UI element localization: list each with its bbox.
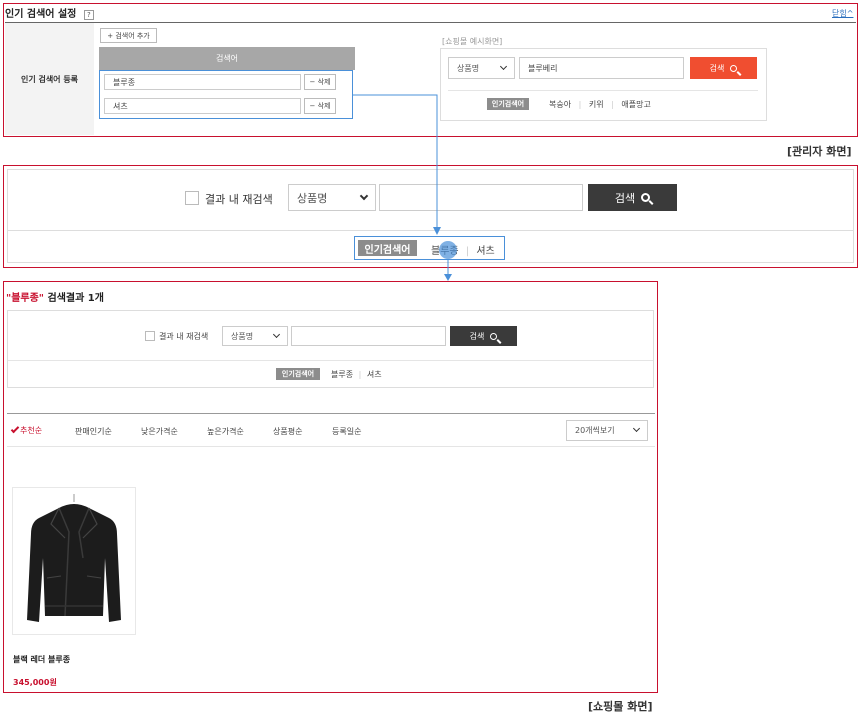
results-rescan-label: 결과 내 재검색 <box>159 332 209 341</box>
preview-keyword-list: 복숭아 | 키위 | 애플망고 <box>549 100 651 109</box>
mall-keyword-list: 블루종 | 셔츠 <box>431 246 495 257</box>
preview-keyword[interactable]: 복숭아 <box>549 100 571 109</box>
add-keyword-button[interactable]: + 검색어 추가 <box>100 28 157 43</box>
admin-caption: [관리자 화면] <box>787 145 852 158</box>
results-search-label: 검색 <box>469 331 485 341</box>
chevron-down-icon <box>359 191 369 200</box>
collapse-link[interactable]: 닫힘^ <box>832 8 853 19</box>
product-price: 345,000원 <box>13 678 57 687</box>
preview-select-value: 상품명 <box>457 63 480 73</box>
results-title: "블루종" 검색결과 1개 <box>6 289 104 304</box>
mall-search-button[interactable]: 검색 <box>588 184 677 211</box>
preview-search-button[interactable]: 검색 <box>690 57 757 79</box>
results-rescan-checkbox[interactable] <box>145 331 155 341</box>
results-search-button[interactable]: 검색 <box>450 326 517 346</box>
keyword-column-header: 검색어 <box>99 47 355 70</box>
results-keyword[interactable]: 블루종 <box>331 370 353 379</box>
mall-search-label: 검색 <box>614 191 636 205</box>
delete-keyword-button[interactable]: − 삭제 <box>304 98 336 114</box>
preview-keyword[interactable]: 키위 <box>589 100 604 109</box>
chevron-down-icon <box>499 62 508 70</box>
product-image[interactable] <box>12 487 136 635</box>
chevron-down-icon <box>272 330 281 338</box>
mall-keyword[interactable]: 셔츠 <box>476 246 494 257</box>
results-search-input[interactable] <box>291 326 446 346</box>
search-icon <box>641 193 651 202</box>
results-category-select[interactable]: 상품명 <box>222 326 288 346</box>
preview-search-input[interactable]: 블루베리 <box>519 57 684 79</box>
preview-divider <box>448 90 758 91</box>
results-count: 검색결과 1개 <box>44 293 104 304</box>
sort-option[interactable]: 판매인기순 <box>75 426 112 437</box>
keyword-input[interactable]: 블루종 <box>104 74 301 90</box>
sort-option-label: 추천순 <box>20 426 43 435</box>
sort-option[interactable]: 등록일순 <box>332 426 361 437</box>
results-select-value: 상품명 <box>231 331 254 341</box>
admin-title: 인기 검색어 설정 ? <box>5 5 94 20</box>
sort-bar-top-border <box>7 413 655 414</box>
help-icon[interactable]: ? <box>83 10 94 20</box>
mall-search-divider <box>8 230 853 231</box>
sort-option[interactable]: 높은가격순 <box>207 426 244 437</box>
rescan-label: 결과 내 재검색 <box>205 193 273 206</box>
preview-title: [쇼핑몰 예시화면] <box>442 37 503 46</box>
row-label-cell: 인기 검색어 등록 <box>5 23 94 135</box>
sort-option[interactable]: 낮은가격순 <box>141 426 178 437</box>
mall-popular-label: 인기검색어 <box>358 240 417 256</box>
results-search-divider <box>8 360 653 361</box>
mall-caption: [쇼핑몰 화면] <box>588 700 653 713</box>
delete-keyword-button[interactable]: − 삭제 <box>304 74 336 90</box>
check-icon <box>10 424 20 434</box>
admin-title-divider <box>5 22 856 23</box>
view-count-value: 20개씩보기 <box>575 426 615 435</box>
preview-search-label: 검색 <box>709 63 725 73</box>
preview-popular-label: 인기검색어 <box>487 98 529 110</box>
results-keyword-list: 블루종 | 셔츠 <box>331 370 382 379</box>
keyword-input[interactable]: 셔츠 <box>104 98 301 114</box>
results-keyword[interactable]: 셔츠 <box>367 370 382 379</box>
mall-select-value: 상품명 <box>297 191 328 205</box>
product-name[interactable]: 블랙 레더 블루종 <box>13 654 70 665</box>
chevron-down-icon <box>632 424 641 433</box>
admin-title-text: 인기 검색어 설정 <box>5 9 77 20</box>
results-popular-label: 인기검색어 <box>276 368 320 380</box>
jacket-image <box>27 494 121 622</box>
connector-arrowhead <box>444 274 452 281</box>
row-label: 인기 검색어 등록 <box>20 74 79 84</box>
mall-keyword[interactable]: 블루종 <box>431 246 459 257</box>
rescan-checkbox[interactable] <box>185 191 199 205</box>
search-icon <box>490 332 498 340</box>
keyword-column-header-label: 검색어 <box>215 54 239 63</box>
mall-category-select[interactable]: 상품명 <box>288 184 376 211</box>
sort-option[interactable]: 상품평순 <box>273 426 302 437</box>
search-icon <box>730 64 738 72</box>
sort-option-active[interactable]: 추천순 <box>10 424 43 436</box>
results-query: "블루종" <box>6 293 45 304</box>
sort-bar-bottom-border <box>7 446 655 447</box>
preview-keyword[interactable]: 애플망고 <box>621 100 650 109</box>
view-count-select[interactable]: 20개씩보기 <box>566 420 648 441</box>
mall-search-input[interactable] <box>379 184 583 211</box>
preview-category-select[interactable]: 상품명 <box>448 57 515 79</box>
